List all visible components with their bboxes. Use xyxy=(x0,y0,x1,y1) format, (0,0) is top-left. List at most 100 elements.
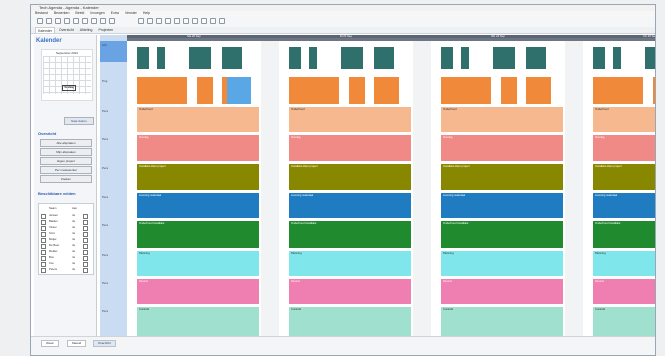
appointment-block[interactable] xyxy=(222,47,242,69)
appointment-block[interactable] xyxy=(374,77,399,104)
field-row[interactable]: De Boer Ja xyxy=(41,243,91,249)
appointment-block[interactable] xyxy=(289,47,301,69)
appointment-block[interactable] xyxy=(653,77,655,104)
appointment-band[interactable]: Levering materiaal xyxy=(289,193,411,218)
appointment-band[interactable]: Levering materiaal xyxy=(441,193,563,218)
field-toggle[interactable] xyxy=(83,268,88,273)
appointment-block[interactable] xyxy=(341,47,363,69)
open-icon[interactable] xyxy=(46,18,52,24)
appointment-band[interactable]: Installatie klant project xyxy=(593,164,655,190)
sidebar-button[interactable]: Zoeken xyxy=(40,175,92,183)
goto-date-button[interactable]: Naar datum xyxy=(64,117,94,125)
appointment-band[interactable]: Onderhoud installatie xyxy=(593,221,655,248)
paste-icon[interactable] xyxy=(109,18,115,24)
appointment-block[interactable] xyxy=(645,47,655,69)
tab-1[interactable]: Overzicht xyxy=(57,27,76,33)
appointment-block[interactable] xyxy=(189,47,211,69)
appointment-band[interactable]: Onderhoud installatie xyxy=(137,221,259,248)
appointment-band[interactable]: Onderhoud xyxy=(289,107,411,132)
appointment-band[interactable]: Controle xyxy=(593,307,655,337)
copy-icon[interactable] xyxy=(100,18,106,24)
field-row[interactable]: Mulder Ja xyxy=(41,249,91,255)
field-checkbox[interactable] xyxy=(41,268,46,273)
appointment-band[interactable]: Onderhoud installatie xyxy=(289,221,411,248)
appointment-block[interactable] xyxy=(374,47,394,69)
appointment-block[interactable] xyxy=(197,77,213,104)
appointment-block[interactable] xyxy=(461,47,469,69)
appointment-band[interactable]: Service xyxy=(593,279,655,304)
print-icon[interactable] xyxy=(64,18,70,24)
tab-3[interactable]: Projecten xyxy=(96,27,115,33)
appointment-band[interactable]: Onderhoud xyxy=(137,107,259,132)
undo-icon[interactable] xyxy=(73,18,79,24)
sidebar-button[interactable]: Alle afspraken xyxy=(40,139,92,147)
appointment-block[interactable] xyxy=(493,47,515,69)
appointment-band[interactable]: Controle xyxy=(289,307,411,337)
appointment-band[interactable]: Installatie klant project xyxy=(289,164,411,190)
appointment-block[interactable] xyxy=(137,77,187,104)
appointment-block[interactable] xyxy=(613,47,621,69)
footer-tab[interactable]: Maand xyxy=(67,340,87,347)
field-row[interactable]: Smit Ja xyxy=(41,231,91,237)
cut-icon[interactable] xyxy=(91,18,97,24)
appointment-block[interactable] xyxy=(137,47,149,69)
appointment-band[interactable]: Onderhoud xyxy=(593,107,655,132)
zoom-out-icon[interactable] xyxy=(210,18,216,24)
appointment-band[interactable]: Overleg xyxy=(289,135,411,161)
help-icon[interactable] xyxy=(219,18,225,24)
appointment-block[interactable] xyxy=(349,77,365,104)
appointment-block[interactable] xyxy=(526,77,551,104)
footer-tab[interactable]: Week xyxy=(41,340,59,347)
appointment-band[interactable]: Onderhoud installatie xyxy=(441,221,563,248)
save-icon[interactable] xyxy=(55,18,61,24)
sidebar-button[interactable]: Eigen project xyxy=(40,157,92,165)
month-view-icon[interactable] xyxy=(156,18,162,24)
appointment-band[interactable]: Planning xyxy=(593,251,655,276)
appointment-band[interactable]: Service xyxy=(441,279,563,304)
tab-2[interactable]: Afdeling xyxy=(78,27,95,33)
field-row[interactable]: Peters Ja xyxy=(41,267,91,273)
appointment-block[interactable] xyxy=(309,47,317,69)
appointment-band[interactable]: Levering materiaal xyxy=(593,193,655,218)
appointment-band[interactable]: Controle xyxy=(441,307,563,337)
new-icon[interactable] xyxy=(37,18,43,24)
tab-0[interactable]: Kalender xyxy=(35,27,56,33)
appointment-block[interactable] xyxy=(593,47,605,69)
appointment-band[interactable]: Planning xyxy=(289,251,411,276)
week-view-icon[interactable] xyxy=(147,18,153,24)
appointment-band[interactable]: Installatie klant project xyxy=(441,164,563,190)
appointment-block[interactable] xyxy=(501,77,517,104)
appointment-band[interactable]: Overleg xyxy=(593,135,655,161)
today-button[interactable]: Vandaag xyxy=(62,85,76,91)
appointment-band[interactable]: Planning xyxy=(137,251,259,276)
appointment-block[interactable] xyxy=(441,47,453,69)
appointment-block[interactable] xyxy=(593,77,643,104)
appointment-band[interactable]: Installatie klant project xyxy=(137,164,259,190)
appointment-band[interactable]: Onderhoud xyxy=(441,107,563,132)
sidebar-button[interactable]: Mijn afspraken xyxy=(40,148,92,156)
appointment-block[interactable] xyxy=(157,47,165,69)
mini-calendar[interactable]: September 2021 Vandaag xyxy=(41,49,93,101)
field-row[interactable]: Bakker Ja xyxy=(41,219,91,225)
appointment-band[interactable]: Levering materiaal xyxy=(137,193,259,218)
field-row[interactable]: Vos Ja xyxy=(41,261,91,267)
field-row[interactable]: Visser Ja xyxy=(41,225,91,231)
appointment-block[interactable] xyxy=(289,77,339,104)
footer-tab[interactable]: Overzicht xyxy=(93,340,116,347)
appointment-band[interactable]: Service xyxy=(137,279,259,304)
filter-icon[interactable] xyxy=(165,18,171,24)
sidebar-button[interactable]: Per medewerker xyxy=(40,166,92,174)
appointment-band[interactable]: Overleg xyxy=(137,135,259,161)
field-row[interactable]: Meijer Ja xyxy=(41,237,91,243)
search-icon[interactable] xyxy=(174,18,180,24)
appointment-band[interactable]: Overleg xyxy=(441,135,563,161)
field-row[interactable]: Jansen Ja xyxy=(41,213,91,219)
settings-icon[interactable] xyxy=(183,18,189,24)
appointment-block[interactable] xyxy=(227,77,251,104)
appointment-block[interactable] xyxy=(441,77,491,104)
appointment-band[interactable]: Planning xyxy=(441,251,563,276)
appointment-block[interactable] xyxy=(526,47,546,69)
redo-icon[interactable] xyxy=(82,18,88,24)
zoom-in-icon[interactable] xyxy=(201,18,207,24)
field-row[interactable]: Bos Ja xyxy=(41,255,91,261)
